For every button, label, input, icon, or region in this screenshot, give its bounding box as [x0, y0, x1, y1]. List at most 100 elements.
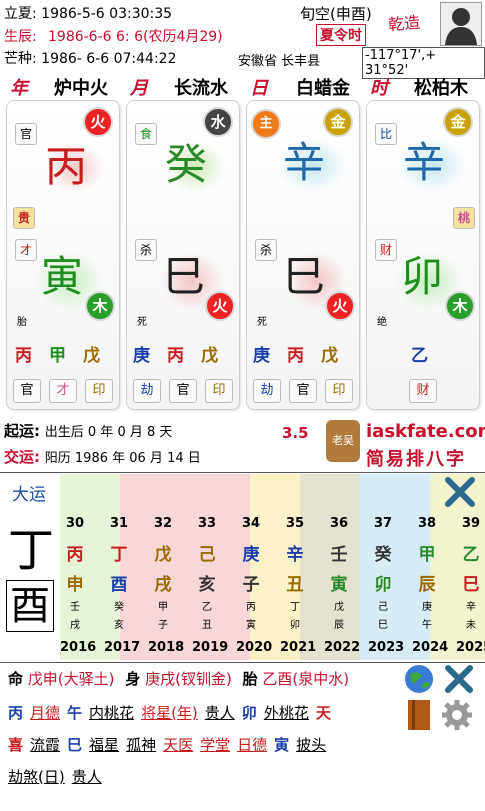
- dayun-branch: 戌: [154, 575, 172, 595]
- hidden-year-3: 戊: [83, 346, 100, 366]
- metal-element-icon: 金: [443, 107, 473, 137]
- jiaoyun-label: 交运:: [4, 448, 40, 466]
- shensha-item[interactable]: 孤神: [126, 736, 156, 754]
- hidden-day-1: 庚: [253, 346, 270, 366]
- site-link[interactable]: iaskfate.com: [366, 421, 485, 442]
- hidden-year-2: 甲: [49, 346, 66, 366]
- ming-row: 命 戊申(大驿土) 身 庚戌(钗钏金) 胎 乙酉(泉中水): [8, 668, 349, 689]
- hidden-shishen-day-2: 官: [289, 379, 317, 403]
- pillar-card-year[interactable]: 官 火 丙 贵 才 寅 木 胎 丙 甲 戊 官 才 印: [6, 100, 120, 410]
- hidden-shishen-year-2: 才: [49, 379, 77, 403]
- dayun-hidden-top: 壬: [70, 602, 80, 613]
- branch-month: 巳: [163, 252, 206, 301]
- dayun-year: 2022: [324, 640, 361, 655]
- dayun-age: 39: [461, 516, 481, 531]
- shensha-row-3: 喜流霞巳福星 孤神 天医 学堂 日德寅披头: [8, 734, 333, 755]
- qiyun-label: 起运:: [4, 422, 40, 440]
- shensha-item[interactable]: 外桃花: [264, 704, 309, 722]
- xunkong-text: 旬空(申酉): [300, 5, 372, 23]
- stem-year: 丙: [45, 142, 88, 191]
- stage-year: 胎: [17, 317, 27, 328]
- shengchen-label: 生辰:: [4, 29, 37, 45]
- shensha-item[interactable]: 学堂: [200, 736, 230, 754]
- nayin-day: 白蜡金: [296, 78, 350, 99]
- dayun-hidden-top: 辛: [466, 602, 476, 613]
- dayun-age: 36: [329, 516, 349, 531]
- dayun-hidden-bottom: 卯: [290, 620, 300, 631]
- dayun-year: 2017: [104, 640, 141, 655]
- hidden-day-2: 丙: [287, 346, 304, 366]
- dayun-hidden-bottom: 未: [466, 620, 476, 631]
- dayun-stem: 乙: [462, 545, 480, 565]
- fire-element-icon: 火: [325, 291, 355, 321]
- dayun-hidden-top: 丙: [246, 602, 256, 613]
- pillar-card-hour[interactable]: 比 金 辛 桃 财 卯 木 绝 乙 财: [366, 100, 480, 410]
- dayun-stem: 戊: [154, 545, 172, 565]
- shensha-item[interactable]: 披头: [296, 736, 326, 754]
- shensha-item[interactable]: 贵人: [72, 768, 102, 786]
- shensha-item[interactable]: 月德: [30, 704, 60, 722]
- hidden-month-3: 戊: [201, 346, 218, 366]
- shensha-item: 天: [315, 704, 331, 722]
- wood-element-icon: 木: [85, 291, 115, 321]
- dayun-branch: 子: [242, 575, 260, 595]
- close-dayun-button[interactable]: [442, 476, 478, 508]
- shensha-item[interactable]: 将星(年): [141, 704, 198, 722]
- jiaoyun-value: 阳历 1986 年 06 月 14 日: [44, 451, 201, 466]
- fire-element-icon: 火: [83, 107, 113, 137]
- shensha-item: 丙: [8, 704, 24, 722]
- pos-hour: 时: [370, 78, 388, 99]
- lixia-text: 立夏: 1986-5-6 03:30:35: [4, 6, 173, 22]
- dayun-year: 2025: [456, 640, 485, 655]
- pillar-card-day[interactable]: 主 金 辛 杀 巳 火 死 庚 丙 戊 劫 官 印: [246, 100, 360, 410]
- shensha-item[interactable]: 流霞: [30, 736, 60, 754]
- dayun-age: 34: [241, 516, 261, 531]
- book-button[interactable]: [404, 698, 434, 732]
- dayun-year: 2024: [412, 640, 449, 655]
- shensha-item[interactable]: 福星: [89, 736, 119, 754]
- qianzao-label: 乾造: [387, 12, 421, 35]
- dayun-branch: 亥: [198, 575, 216, 595]
- dayun-hidden-top: 丁: [290, 602, 300, 613]
- dayun-year: 2018: [148, 640, 185, 655]
- shensha-item[interactable]: 内桃花: [89, 704, 134, 722]
- hidden-month-2: 丙: [167, 346, 184, 366]
- location-text: 安徽省 长丰县: [238, 54, 321, 69]
- avatar[interactable]: [440, 2, 482, 46]
- shensha-item[interactable]: 贵人: [205, 704, 235, 722]
- shensha-item[interactable]: 天医: [163, 736, 193, 754]
- wood-element-icon: 木: [445, 291, 475, 321]
- dayun-stem: 己: [198, 545, 216, 565]
- ming-label: 命: [8, 670, 24, 688]
- dayun-age: 30: [65, 516, 85, 531]
- tai-value: 乙酉(泉中水): [262, 670, 350, 688]
- hidden-hour-2: 乙: [411, 346, 428, 366]
- stem-day: 辛: [283, 138, 326, 187]
- metal-element-icon: 金: [323, 107, 353, 137]
- mangzhong-text: 芒种: 1986- 6-6 07:44:22: [4, 51, 177, 67]
- hidden-shishen-month-2: 官: [169, 379, 197, 403]
- ming-value: 戊申(大驿土): [27, 670, 115, 688]
- hidden-day-3: 戊: [321, 346, 338, 366]
- dayun-branch: 巳: [462, 575, 480, 595]
- dayun-hidden-bottom: 子: [158, 620, 168, 631]
- branch-year: 寅: [41, 252, 84, 301]
- dz-shishen-hour: 财: [375, 239, 397, 261]
- shensha-item[interactable]: 劫煞(日): [8, 768, 65, 786]
- dayun-stem: 甲: [418, 545, 436, 565]
- globe-button[interactable]: [402, 662, 436, 696]
- settings-button[interactable]: [440, 698, 474, 732]
- pillar-card-month[interactable]: 食 水 癸 杀 巳 火 死 庚 丙 戊 劫 官 印: [126, 100, 240, 410]
- dayun-hidden-top: 癸: [114, 602, 124, 613]
- nayin-hour: 松柏木: [414, 78, 468, 99]
- nayin-year: 炉中火: [54, 78, 108, 99]
- dayun-hidden-top: 戊: [334, 602, 344, 613]
- shensha-item[interactable]: 日德: [237, 736, 267, 754]
- dayun-hidden-bottom: 寅: [246, 620, 256, 631]
- tg-shishen-year: 官: [15, 123, 37, 145]
- dayun-year: 2021: [280, 640, 317, 655]
- jiaoyun-row: 交运: 阳历 1986 年 06 月 14 日: [4, 446, 201, 467]
- close-button[interactable]: [442, 664, 476, 694]
- pillar-header-row: 年 炉中火 月 长流水 日 白蜡金 时 松柏木: [0, 72, 485, 99]
- pos-day: 日: [250, 78, 268, 99]
